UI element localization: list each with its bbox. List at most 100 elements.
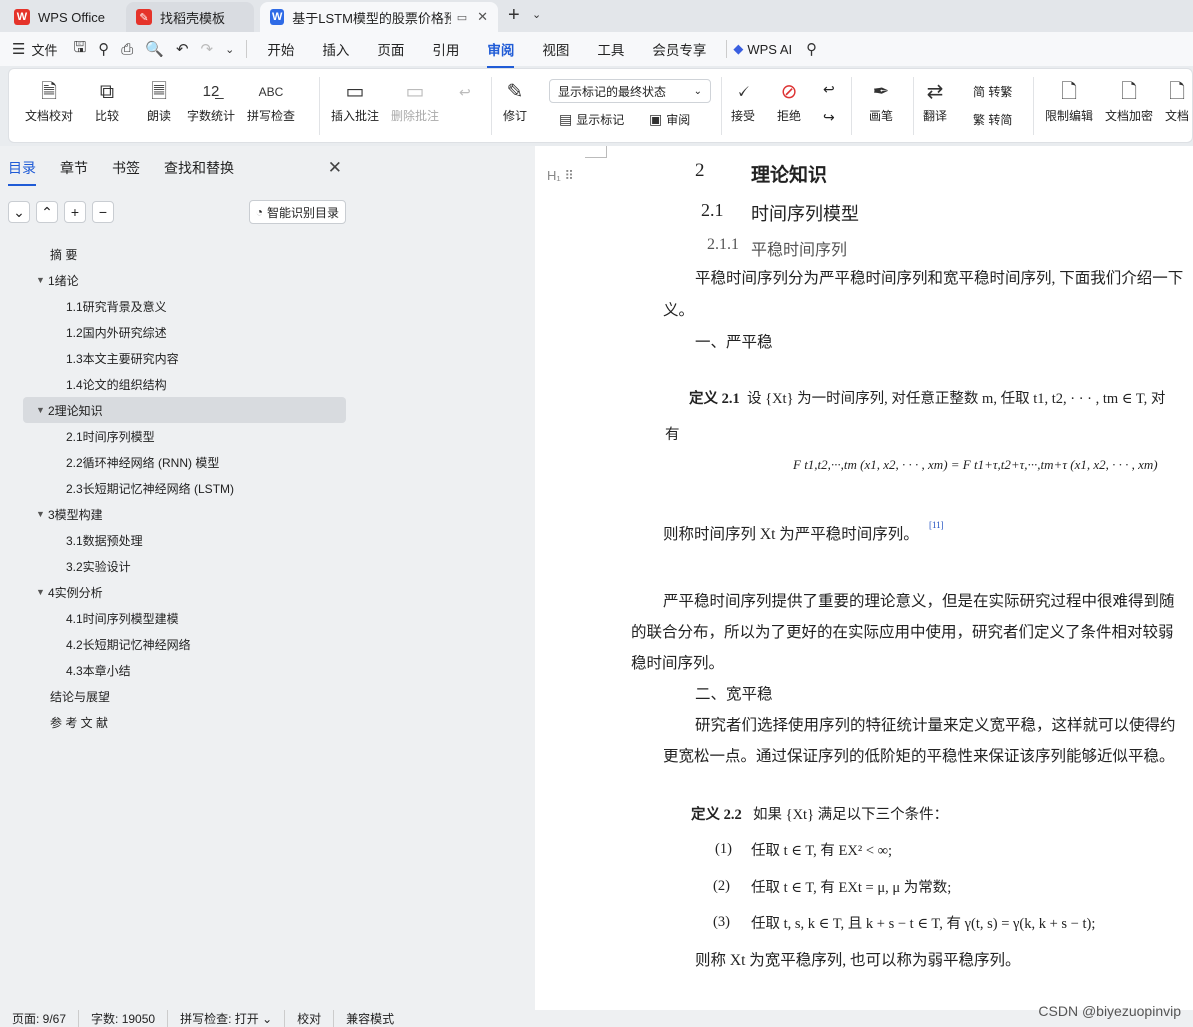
toc-item-label: 2理论知识 [48, 403, 103, 418]
toc-item[interactable]: 3.2实验设计 [0, 553, 358, 579]
paragraph: 义。 [663, 302, 695, 319]
print-icon[interactable]: ⎙ [115, 41, 139, 58]
menu-item-references[interactable]: 引用 [418, 39, 473, 59]
expand-caret-icon[interactable]: ▼ [36, 509, 48, 519]
accept-button[interactable]: 🗸 接受 [731, 77, 755, 124]
toc-item[interactable]: 参 考 文 献 [0, 709, 358, 735]
restrict-edit-button[interactable]: 🗋 限制编辑 [1045, 77, 1093, 124]
file-menu[interactable]: 文件 [31, 40, 57, 59]
reject-button[interactable]: ⊘ 拒绝 [777, 77, 801, 124]
show-markup-button[interactable]: ▤ 显示标记 [559, 111, 624, 128]
definition-label: 定义 2.1 [689, 391, 740, 407]
read-aloud-button[interactable]: 🗏 朗读 [147, 77, 171, 124]
menu-item-review[interactable]: 审阅 [473, 39, 528, 68]
toc-item[interactable]: 3.1数据预处理 [0, 527, 358, 553]
to-simplified-button[interactable]: 繁 转简 [973, 111, 1012, 128]
definition-label: 定义 2.2 [691, 807, 742, 823]
toc-item[interactable]: 2.1时间序列模型 [0, 423, 358, 449]
tab-docer[interactable]: ✎ 找稻壳模板 [126, 2, 254, 32]
translate-icon: ⇄ [926, 81, 944, 103]
translate-button[interactable]: ⇄ 翻译 [923, 77, 947, 124]
label: 插入批注 [331, 109, 380, 123]
collapse-icon[interactable]: ⌃ [36, 201, 58, 223]
compare-button[interactable]: ⧉ 比较 [95, 77, 119, 124]
toc-item[interactable]: 1.1研究背景及意义 [0, 293, 358, 319]
expand-icon[interactable]: ⌄ [8, 201, 30, 223]
tab-find-replace[interactable]: 查找和替换 [164, 158, 234, 178]
toc-item[interactable]: 摘 要 [0, 241, 358, 267]
prev-change-button[interactable]: ↩ [823, 81, 835, 98]
divider [721, 77, 722, 135]
menu-item-view[interactable]: 视图 [528, 39, 583, 59]
tab-document[interactable]: W 基于LSTM模型的股票价格预测 ▭ ✕ [260, 2, 498, 32]
expand-caret-icon[interactable]: ▼ [36, 405, 48, 415]
monitor-icon[interactable]: ▭ [457, 11, 467, 24]
tab-chapters[interactable]: 章节 [60, 158, 88, 178]
tab-wps-office[interactable]: W WPS Office [4, 2, 118, 32]
expand-caret-icon[interactable]: ▼ [36, 275, 48, 285]
toc-item[interactable]: 2.2循环神经网络 (RNN) 模型 [0, 449, 358, 475]
menu-item-insert[interactable]: 插入 [308, 39, 363, 59]
menu-item-member[interactable]: 会员专享 [638, 39, 720, 59]
new-tab-icon[interactable]: + [508, 4, 520, 27]
revise-button[interactable]: ✎ 修订 [503, 77, 527, 124]
heading-handle-icon[interactable]: H₁ ⠿ [547, 168, 574, 184]
prev-comment-icon: ↩ [459, 84, 471, 100]
pen-button[interactable]: ✒ 画笔 [869, 77, 893, 124]
tab-bookmarks[interactable]: 书签 [112, 158, 140, 178]
toc-item[interactable]: ▼ 1绪论 [0, 267, 358, 293]
menu-item-tools[interactable]: 工具 [583, 39, 638, 59]
divider [913, 77, 914, 135]
doc-proof-button[interactable]: 🗎 文档校对 [25, 77, 73, 124]
tab-toc[interactable]: 目录 [8, 158, 36, 186]
menu-item-page[interactable]: 页面 [363, 39, 418, 59]
encrypt-button[interactable]: 🗋 文档加密 [1105, 77, 1153, 124]
spell-check-button[interactable]: ABC 拼写检查 [247, 77, 295, 124]
label: 删除批注 [391, 109, 440, 123]
toc-item[interactable]: 结论与展望 [0, 683, 358, 709]
toc-item[interactable]: 1.3本文主要研究内容 [0, 345, 358, 371]
next-change-icon: ↪ [823, 109, 835, 125]
delete-comment-icon: ▭ [405, 81, 425, 103]
page-indicator[interactable]: 页面: 9/67 [0, 1010, 80, 1027]
more-icon[interactable]: ⌄ [219, 43, 240, 56]
markup-state-select[interactable]: 显示标记的最终状态 ⌄ [549, 79, 711, 103]
toc-item[interactable]: 1.2国内外研究综述 [0, 319, 358, 345]
review-pane-button[interactable]: ▣ 审阅 [649, 111, 690, 128]
expand-caret-icon[interactable]: ▼ [36, 587, 48, 597]
spell-check-status[interactable]: 拼写检查: 打开 ⌄ [168, 1010, 286, 1027]
citation[interactable]: [11] [929, 520, 944, 530]
wps-ai-button[interactable]: WPS AI [747, 42, 792, 57]
print-preview-icon[interactable]: 🔍 [139, 40, 170, 58]
toc-item[interactable]: ▼ 2理论知识 [23, 397, 346, 423]
condition: 任取 t ∈ T, 有 EXt = μ, μ 为常数; [751, 880, 952, 896]
add-icon[interactable]: + [64, 201, 86, 223]
menu-icon[interactable]: ☰ [6, 40, 31, 58]
doc-more-button[interactable]: 🗋 文档 [1165, 77, 1189, 124]
undo-icon[interactable]: ↶ [170, 40, 195, 58]
toc-item[interactable]: 4.3本章小结 [0, 657, 358, 683]
word-count-button[interactable]: 12̲ 字数统计 [187, 77, 235, 124]
toc-item[interactable]: 2.3长短期记忆神经网络 (LSTM) [0, 475, 358, 501]
watermark: CSDN @biyezuopinvip [1038, 1003, 1181, 1019]
toc-item[interactable]: ▼ 4实例分析 [0, 579, 358, 605]
share-icon[interactable]: ⚲ [92, 40, 115, 58]
to-traditional-button[interactable]: 简 转繁 [973, 83, 1012, 100]
toc-item[interactable]: 4.1时间序列模型建模 [0, 605, 358, 631]
toc-item[interactable]: 1.4论文的组织结构 [0, 371, 358, 397]
smart-toc-button[interactable]: ◔ 智能识别目录 [248, 200, 346, 224]
toc-item[interactable]: 4.2长短期记忆神经网络 [0, 631, 358, 657]
menu-item-home[interactable]: 开始 [253, 39, 308, 59]
save-icon[interactable]: 🖫 [67, 37, 92, 62]
insert-comment-icon: ▭ [345, 81, 365, 103]
next-change-button[interactable]: ↪ [823, 109, 835, 126]
chevron-down-icon[interactable]: ⌄ [532, 8, 541, 21]
remove-icon[interactable]: − [92, 201, 114, 223]
toc-item[interactable]: ▼ 3模型构建 [0, 501, 358, 527]
close-icon[interactable]: ✕ [328, 158, 342, 178]
proof-status[interactable]: 校对 [285, 1010, 335, 1027]
search-icon[interactable]: ⚲ [800, 40, 823, 58]
insert-comment-button[interactable]: ▭ 插入批注 [331, 77, 379, 124]
close-tab-icon[interactable]: ✕ [477, 9, 488, 25]
word-count[interactable]: 字数: 19050 [79, 1010, 169, 1027]
